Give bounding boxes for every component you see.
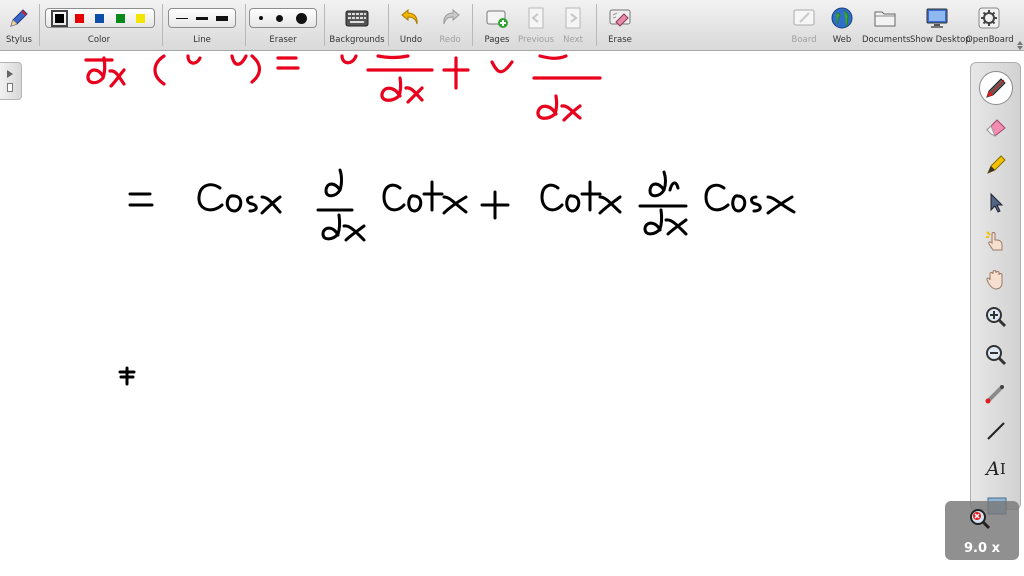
page-thumbnail-icon — [7, 83, 13, 92]
pen-icon — [986, 78, 1006, 98]
eraser-icon — [986, 119, 1006, 138]
expand-arrow-icon — [7, 70, 13, 78]
zoom-indicator: 9.0 x — [945, 501, 1019, 560]
text-icon: A — [986, 458, 1000, 480]
text-cursor-glyph: I — [999, 460, 1006, 478]
palette-grab-button[interactable] — [982, 265, 1010, 293]
palette-interact-button[interactable] — [982, 227, 1010, 255]
palette-zoom-out-button[interactable] — [982, 341, 1010, 369]
selector-arrow-icon — [990, 192, 1004, 213]
palette-marker-button[interactable] — [982, 151, 1010, 179]
palette-text-button[interactable]: AI — [982, 455, 1010, 483]
black-handwriting — [118, 168, 796, 386]
pages-panel-toggle[interactable] — [0, 62, 22, 100]
marker-icon — [987, 155, 1006, 174]
palette-line-button[interactable] — [982, 417, 1010, 445]
red-handwriting — [84, 54, 602, 122]
stylus-palette: AI — [970, 62, 1021, 510]
zoom-out-icon — [986, 345, 1007, 366]
handwriting-layer — [84, 54, 796, 386]
line-icon — [987, 422, 1005, 440]
laser-pointer-icon — [985, 385, 1004, 404]
palette-selector-button[interactable] — [982, 189, 1010, 217]
zoom-in-icon — [986, 307, 1007, 328]
grab-hand-icon — [986, 270, 1003, 290]
palette-zoom-in-button[interactable] — [982, 303, 1010, 331]
zoom-magnifier-icon — [970, 509, 991, 530]
palette-eraser-button[interactable] — [982, 113, 1010, 141]
palette-laser-button[interactable] — [982, 379, 1010, 407]
interact-hand-icon — [986, 231, 1003, 251]
zoom-level-text: 9.0 x — [964, 541, 1000, 556]
palette-pen-button[interactable] — [979, 71, 1013, 105]
